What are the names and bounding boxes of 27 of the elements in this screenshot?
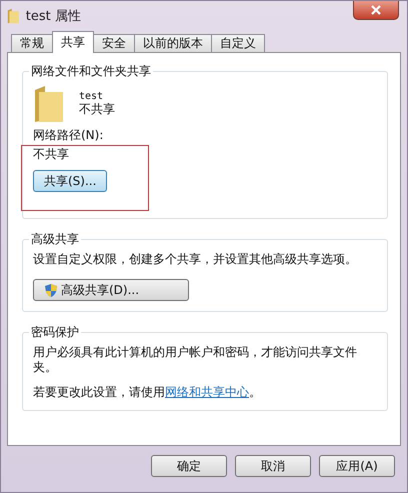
- tab[interactable]: 常规: [11, 34, 53, 53]
- close-button[interactable]: [353, 1, 399, 20]
- group-heading: 密码保护: [29, 324, 81, 340]
- window-title: test 属性: [26, 8, 81, 25]
- description-text: 设置自定义权限，创建多个共享，并设置其他高级共享选项。: [33, 252, 358, 267]
- group-heading: 网络文件和文件夹共享: [29, 63, 153, 79]
- advanced-sharing-button[interactable]: 高级共享(D)...: [33, 279, 189, 301]
- folder-icon: [7, 8, 20, 24]
- dialog-button[interactable]: 取消: [235, 455, 311, 477]
- folder-icon: [33, 84, 65, 124]
- tab[interactable]: 自定义: [211, 34, 265, 53]
- path-label: 网络路径(N):: [33, 128, 104, 143]
- folder-name: test: [79, 91, 104, 102]
- dialog-button[interactable]: 应用(A): [319, 455, 395, 477]
- tab[interactable]: 以前的版本: [134, 34, 212, 53]
- instruction-text: 若要更改此设置，请使用网络和共享中心。: [33, 385, 262, 400]
- share-status: 不共享: [79, 102, 115, 117]
- close-icon: [371, 5, 381, 15]
- group-heading: 高级共享: [29, 231, 81, 247]
- dialog-button[interactable]: 确定: [151, 455, 227, 477]
- network-center-link[interactable]: 网络和共享中心: [165, 385, 249, 399]
- tab[interactable]: 共享: [52, 31, 94, 53]
- shield-icon: [44, 282, 58, 298]
- description-text: 用户必须具有此计算机的用户帐户和密码，才能访问共享文件夹。: [33, 345, 358, 375]
- tab[interactable]: 安全: [93, 34, 135, 53]
- share-button[interactable]: 共享(S)...: [33, 170, 108, 192]
- path-value: 不共享: [33, 147, 70, 162]
